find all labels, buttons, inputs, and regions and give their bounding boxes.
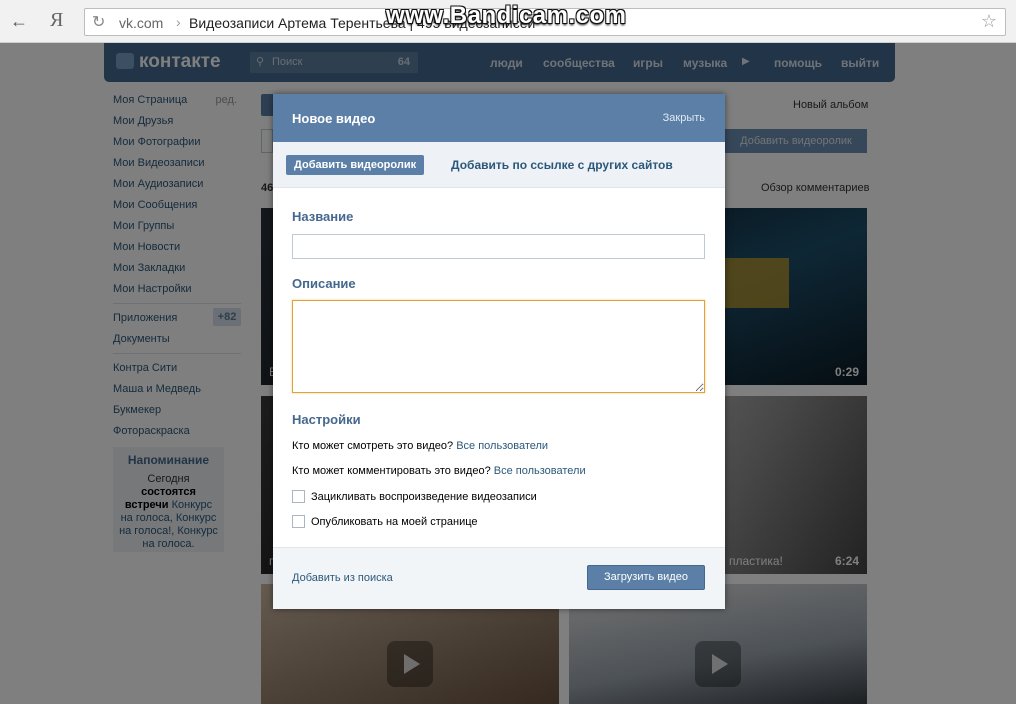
who-can-view: Кто может смотреть это видео? Все пользо… bbox=[292, 440, 548, 452]
loop-label: Зацикливать воспроизведение видеозаписи bbox=[311, 491, 537, 503]
loop-option[interactable]: Зацикливать воспроизведение видеозаписи bbox=[292, 490, 537, 504]
name-label: Название bbox=[292, 209, 354, 224]
description-label: Описание bbox=[292, 276, 356, 291]
tab-upload-video[interactable]: Добавить видеоролик bbox=[286, 155, 425, 175]
new-video-dialog: Новое видео Закрыть Добавить видеоролик … bbox=[273, 94, 725, 609]
who-can-comment: Кто может комментировать это видео? Все … bbox=[292, 465, 586, 477]
yandex-button[interactable]: Я bbox=[50, 9, 63, 32]
dialog-footer: Добавить из поиска Загрузить видео bbox=[273, 547, 725, 609]
who-can-comment-label: Кто может комментировать это видео? bbox=[292, 465, 491, 477]
upload-video-button[interactable]: Загрузить видео bbox=[587, 565, 705, 590]
view-privacy-link[interactable]: Все пользователи bbox=[456, 440, 548, 452]
loop-checkbox[interactable] bbox=[292, 490, 305, 503]
publish-option[interactable]: Опубликовать на моей странице bbox=[292, 515, 478, 529]
reload-icon[interactable]: ↻ bbox=[92, 12, 105, 32]
tab-add-by-link[interactable]: Добавить по ссылке с других сайтов bbox=[451, 158, 673, 172]
browser-toolbar: ← Я ↻ vk.com › Видеозаписи Артема Терент… bbox=[0, 0, 1016, 43]
publish-label: Опубликовать на моей странице bbox=[311, 516, 478, 528]
url-domain: vk.com bbox=[119, 15, 164, 31]
who-can-view-label: Кто может смотреть это видео? bbox=[292, 440, 454, 452]
dialog-tabs: Добавить видеоролик Добавить по ссылке с… bbox=[273, 142, 725, 188]
dialog-header: Новое видео Закрыть bbox=[273, 94, 725, 142]
dialog-title: Новое видео bbox=[292, 111, 376, 126]
comment-privacy-link[interactable]: Все пользователи bbox=[494, 465, 586, 477]
url-separator: › bbox=[176, 14, 181, 30]
publish-checkbox[interactable] bbox=[292, 515, 305, 528]
name-field[interactable] bbox=[292, 234, 705, 259]
description-field[interactable] bbox=[292, 300, 705, 393]
add-from-search-link[interactable]: Добавить из поиска bbox=[292, 572, 393, 584]
settings-title: Настройки bbox=[292, 412, 361, 427]
back-arrow-icon[interactable]: ← bbox=[10, 11, 28, 32]
bandicam-watermark: www.Bandicam.com bbox=[386, 2, 627, 29]
bookmark-star-icon[interactable]: ☆ bbox=[981, 11, 997, 32]
close-link[interactable]: Закрыть bbox=[663, 112, 705, 124]
